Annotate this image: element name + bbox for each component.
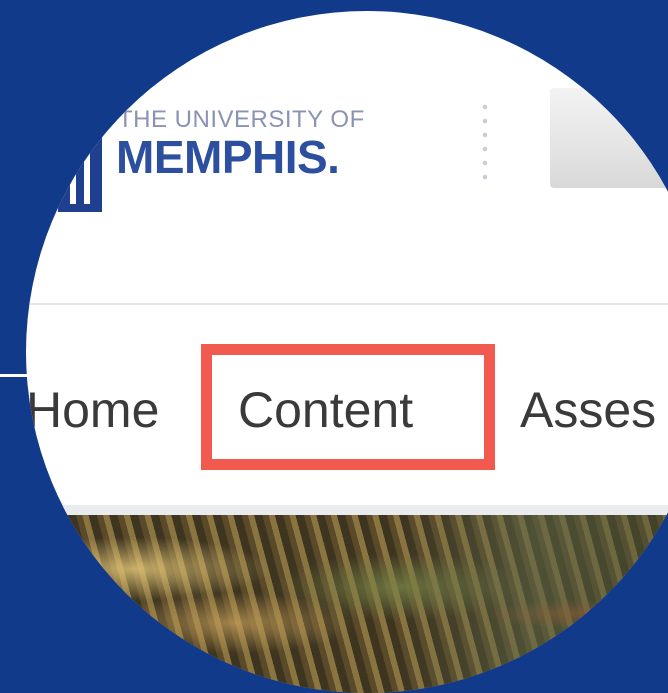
header-banner-image: [550, 88, 668, 188]
header-rule: [26, 303, 668, 305]
navbar-bottom-border: [26, 505, 668, 515]
header-divider: [482, 100, 488, 188]
nav-item-home[interactable]: Home: [26, 385, 159, 435]
magnifier-lens: THE UNIVERSITY OF MEMPHIS. Home Content …: [26, 11, 668, 693]
magnified-page: THE UNIVERSITY OF MEMPHIS. Home Content …: [26, 11, 668, 693]
content-highlight-box: [201, 344, 495, 470]
university-logo-icon: [58, 136, 102, 212]
zoom-callout: THE UNIVERSITY OF MEMPHIS. Home Content …: [0, 0, 668, 693]
nav-item-assessments[interactable]: Asses: [520, 385, 656, 435]
logo-title: MEMPHIS.: [116, 131, 340, 183]
banner-overlay: [400, 515, 668, 693]
university-logo[interactable]: THE UNIVERSITY OF MEMPHIS.: [58, 100, 398, 220]
